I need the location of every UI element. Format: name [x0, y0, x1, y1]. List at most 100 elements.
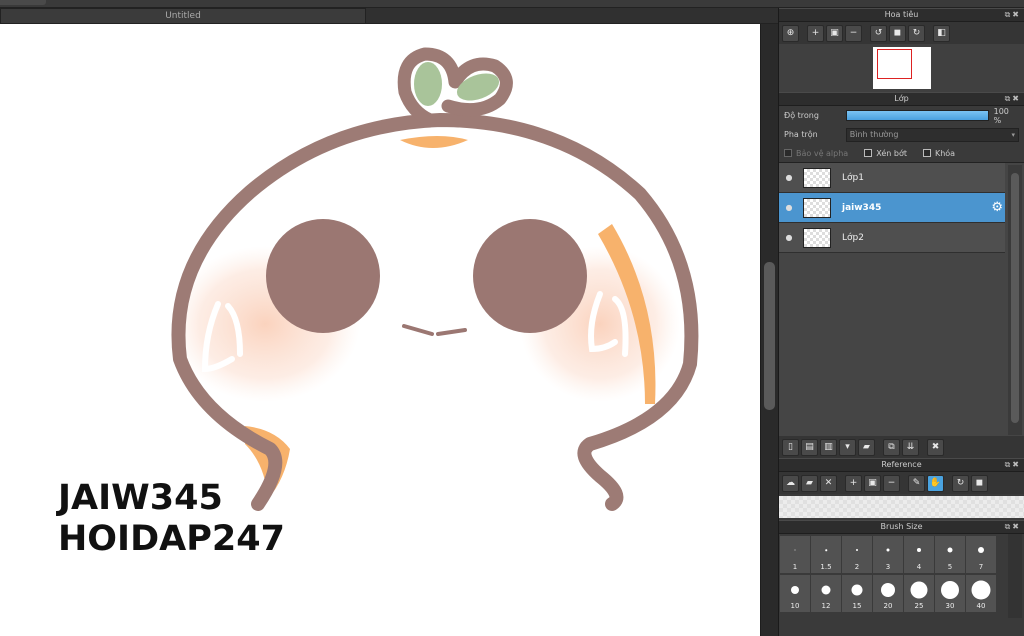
drawing-canvas[interactable]: JAIW345 HOIDAP247	[0, 24, 760, 636]
cloud-icon[interactable]: ☁	[782, 474, 799, 492]
fit-icon[interactable]: ▣	[826, 24, 843, 42]
new-1bit-layer-icon[interactable]: ▥	[820, 438, 837, 456]
brush-size-cell[interactable]: 7	[966, 536, 996, 573]
brush-size-label: 2	[854, 563, 860, 571]
opacity-slider-fill	[846, 111, 988, 120]
rotate-left-icon[interactable]: ↺	[870, 24, 887, 42]
layer-item-selected[interactable]: ● jaiw345 ⚙	[779, 193, 1005, 223]
hand-icon[interactable]: ✋	[927, 474, 944, 492]
brush-size-cell[interactable]: 20	[873, 575, 903, 612]
rotate-right-icon[interactable]: ↻	[908, 24, 925, 42]
blend-label: Pha trộn	[784, 130, 818, 139]
blend-row: Pha trộn Bình thường ▾	[779, 125, 1024, 144]
brush-dot-icon	[971, 580, 991, 600]
document-tab[interactable]: Untitled	[0, 8, 366, 24]
navigator-viewport-box[interactable]	[877, 49, 912, 79]
brush-size-cell[interactable]: 10	[780, 575, 810, 612]
brush-dot-icon	[791, 586, 799, 594]
folder-icon[interactable]: ▰	[858, 438, 875, 456]
brush-size-label: 3	[885, 563, 891, 571]
brush-size-label: 40	[976, 602, 986, 610]
canvas-scroll-thumb[interactable]	[764, 262, 775, 410]
layer-name: Lớp1	[842, 172, 864, 183]
visibility-icon[interactable]: ●	[779, 233, 799, 242]
brush-size-cell[interactable]: 2	[842, 536, 872, 573]
brush-size-scrollbar[interactable]	[1008, 534, 1022, 618]
fullscreen-icon[interactable]: ◼	[971, 474, 988, 492]
layer-panel-controls[interactable]: ⧉✖	[1005, 93, 1021, 105]
reference-title-text: Reference	[881, 460, 922, 469]
brush-dot-icon	[856, 549, 858, 551]
clipping-label: Xén bớt	[876, 148, 907, 158]
zoom-out-icon[interactable]: −	[845, 24, 862, 42]
clipping-checkbox[interactable]: Xén bớt	[864, 149, 907, 158]
lock-label: Khóa	[934, 148, 956, 158]
blend-mode-select[interactable]: Bình thường ▾	[845, 127, 1019, 142]
brush-size-cell[interactable]: 3	[873, 536, 903, 573]
brush-size-cell[interactable]: 25	[904, 575, 934, 612]
navigator-toolbar: ⊕ + ▣ − ↺ ◼ ↻ ◧	[779, 22, 1024, 44]
zoom-fit-icon[interactable]: ⊕	[782, 24, 799, 42]
zoom-in-icon[interactable]: +	[807, 24, 824, 42]
protect-alpha-checkbox[interactable]: Bảo vệ alpha	[784, 149, 848, 158]
zoom-in-icon[interactable]: +	[845, 474, 862, 492]
brush-size-cell[interactable]: 15	[842, 575, 872, 612]
new-8bit-layer-icon[interactable]: ▤	[801, 438, 818, 456]
layer-item[interactable]: ● Lớp1	[779, 163, 1005, 193]
open-folder-icon[interactable]: ▰	[801, 474, 818, 492]
brush-size-row: 10 12 15 20 25 30 40	[780, 575, 1024, 614]
canvas-text-line1: JAIW345	[56, 478, 223, 518]
fit-icon[interactable]: ▣	[864, 474, 881, 492]
reference-panel-controls[interactable]: ⧉✖	[1005, 459, 1021, 471]
brush-size-cell[interactable]: 1	[780, 536, 810, 573]
rotate-icon[interactable]: ↻	[952, 474, 969, 492]
trash-icon[interactable]: ✖	[927, 438, 944, 456]
top-bar-tab[interactable]	[0, 0, 46, 5]
canvas-vertical-scrollbar[interactable]	[760, 24, 778, 636]
add-layer-dropdown-icon[interactable]: ▾	[839, 438, 856, 456]
brush-dot-icon	[881, 583, 895, 597]
opacity-value: 100 %	[993, 106, 1009, 125]
left-leaf	[414, 62, 442, 106]
layer-list-scrollbar[interactable]	[1008, 165, 1022, 435]
brush-size-cell[interactable]: 5	[935, 536, 965, 573]
visibility-icon[interactable]: ●	[779, 203, 799, 212]
brush-dot-icon	[851, 584, 863, 596]
canvas-artwork: JAIW345 HOIDAP247	[56, 47, 699, 559]
visibility-icon[interactable]: ●	[779, 173, 799, 182]
flip-icon[interactable]: ◧	[933, 24, 950, 42]
brush-size-row: 1 1.5 2 3 4 5 7	[780, 536, 1024, 575]
duplicate-layer-icon[interactable]: ⧉	[883, 438, 900, 456]
close-icon[interactable]: ✕	[820, 474, 837, 492]
lock-checkbox[interactable]: Khóa	[922, 148, 956, 158]
right-panels: Hoa tiêu ⧉✖ ⊕ + ▣ − ↺ ◼ ↻ ◧ Lớp ⧉✖ Độ tr…	[778, 8, 1024, 636]
panel-window-controls[interactable]: ⧉✖	[1005, 9, 1021, 21]
layer-scroll-thumb[interactable]	[1011, 173, 1019, 423]
layer-name: jaiw345	[842, 202, 882, 213]
opacity-slider[interactable]	[845, 110, 989, 121]
brush-size-grid: 1 1.5 2 3 4 5 7 10 12 15 20 25 30 40	[779, 534, 1024, 618]
navigator-panel-title: Hoa tiêu ⧉✖	[779, 8, 1024, 22]
brush-size-cell[interactable]: 4	[904, 536, 934, 573]
blend-mode-value: Bình thường	[849, 129, 899, 139]
navigator-preview[interactable]	[779, 44, 1024, 92]
right-eye	[473, 219, 587, 333]
navigator-title-text: Hoa tiêu	[884, 10, 919, 19]
brush-size-label: 1	[792, 563, 798, 571]
reference-image-area[interactable]	[779, 496, 1024, 518]
gear-icon[interactable]: ⚙	[991, 200, 1003, 215]
zoom-out-icon[interactable]: −	[883, 474, 900, 492]
layer-item[interactable]: ● Lớp2	[779, 223, 1005, 253]
brush-size-cell[interactable]: 12	[811, 575, 841, 612]
new-layer-icon[interactable]: ▯	[782, 438, 799, 456]
brush-size-cell[interactable]: 40	[966, 575, 996, 612]
brush-dot-icon	[978, 547, 984, 553]
eyedropper-icon[interactable]: ✎	[908, 474, 925, 492]
fullscreen-icon[interactable]: ◼	[889, 24, 906, 42]
brush-size-cell[interactable]: 30	[935, 575, 965, 612]
top-bar	[0, 0, 1024, 8]
brush-size-cell[interactable]: 1.5	[811, 536, 841, 573]
brush-dot-icon	[794, 549, 796, 551]
brush-size-panel-controls[interactable]: ⧉✖	[1005, 521, 1021, 533]
merge-layer-icon[interactable]: ⇊	[902, 438, 919, 456]
